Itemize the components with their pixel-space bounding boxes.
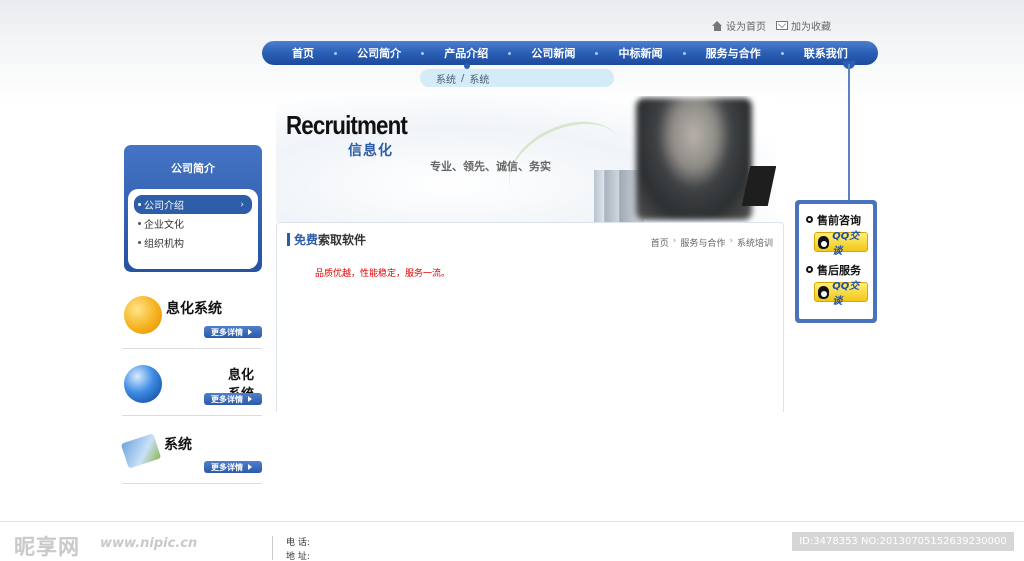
nav-separator bbox=[682, 51, 686, 55]
service-panel: 售前咨询 QQ交谈 售后服务 QQ交谈 bbox=[795, 200, 877, 323]
page-title: 免费索取软件 bbox=[287, 231, 366, 248]
presale-heading: 售前咨询 bbox=[806, 212, 873, 227]
content-breadcrumb: 首页 › 服务与合作 › 系统培训 bbox=[651, 236, 773, 249]
footer-contact: 电 话: 地 址: bbox=[286, 536, 310, 561]
more-details-button[interactable]: 更多详情 bbox=[204, 326, 262, 338]
globe-icon bbox=[124, 365, 162, 403]
arrow-right-icon bbox=[248, 329, 252, 335]
arrow-right-icon bbox=[248, 464, 252, 470]
hero-banner: Recruitment 信息化 专业、领先、诚信、务实 bbox=[276, 96, 776, 222]
sidebar-title: 公司简介 bbox=[171, 162, 215, 175]
sidebar-item-company-intro[interactable]: 公司介绍 › bbox=[134, 195, 252, 214]
image-id-badge: ID:3478353 NO:20130705152639230000 bbox=[792, 532, 1014, 551]
nav-company-news[interactable]: 公司新闻 bbox=[531, 45, 575, 61]
nav-contact[interactable]: 联系我们 bbox=[804, 45, 848, 61]
content-text: 品质优越，性能稳定，服务一流。 bbox=[315, 269, 451, 279]
nav-service-cooperation[interactable]: 服务与合作 bbox=[706, 45, 761, 61]
footer-phone-label: 电 话: bbox=[286, 538, 310, 548]
nav-bid-news[interactable]: 中标新闻 bbox=[619, 45, 663, 61]
sidebar-item-organization[interactable]: 组织机构 bbox=[134, 233, 252, 252]
qq-chat-aftersale-button[interactable]: QQ交谈 bbox=[814, 281, 868, 307]
footer-address-label: 地 址: bbox=[286, 552, 310, 561]
nav-separator bbox=[334, 51, 338, 55]
promo-card: 系统 更多详情 bbox=[120, 418, 262, 484]
card-icon bbox=[120, 433, 162, 469]
sun-globe-icon bbox=[124, 296, 162, 334]
bullet-icon bbox=[806, 216, 813, 223]
sidebar-panel: 公司简介 公司介绍 › 企业文化 组织机构 bbox=[124, 145, 262, 272]
crumb-service[interactable]: 服务与合作 bbox=[680, 236, 725, 249]
connector-line bbox=[848, 64, 850, 202]
chevron-right-icon: › bbox=[672, 236, 677, 246]
more-details-button[interactable]: 更多详情 bbox=[204, 393, 262, 405]
banner-person-photo bbox=[636, 98, 752, 220]
qq-chat-presale-button[interactable]: QQ交谈 bbox=[814, 231, 868, 257]
breadcrumb-separator: / bbox=[461, 72, 465, 84]
arrow-right-icon bbox=[248, 396, 252, 402]
title-bar bbox=[287, 233, 290, 246]
breadcrumb-item[interactable]: 系统 bbox=[436, 71, 456, 86]
banner-slogan: 专业、领先、诚信、务实 bbox=[430, 160, 551, 173]
nav-separator bbox=[780, 51, 784, 55]
main-nav: 首页 公司简介 产品介绍 公司新闻 中标新闻 服务与合作 联系我们 bbox=[262, 41, 878, 65]
nav-company-intro[interactable]: 公司简介 bbox=[357, 45, 401, 61]
sidebar-list: 公司介绍 › 企业文化 组织机构 bbox=[128, 189, 258, 269]
nav-separator bbox=[595, 51, 599, 55]
chevron-right-icon: › bbox=[240, 199, 244, 210]
qq-penguin-icon bbox=[818, 235, 830, 249]
promo-title: 息化系统 bbox=[166, 301, 222, 317]
footer-divider bbox=[272, 536, 273, 560]
nav-separator bbox=[421, 51, 425, 55]
breadcrumb-item[interactable]: 系统 bbox=[469, 71, 489, 86]
watermark-url: www.nipic.cn bbox=[100, 536, 198, 551]
nav-home[interactable]: 首页 bbox=[292, 45, 314, 61]
promo-card: 息化系统 更多详情 bbox=[122, 283, 262, 349]
top-links: 设为首页 加为收藏 bbox=[712, 18, 831, 33]
promo-card: 息化系统 更多详情 bbox=[122, 350, 262, 416]
watermark-logo: 昵享网 bbox=[14, 535, 80, 559]
chevron-right-icon: › bbox=[729, 236, 733, 246]
more-details-button[interactable]: 更多详情 bbox=[204, 461, 262, 473]
breadcrumb-bar: 系统 / 系统 bbox=[420, 69, 614, 87]
set-home-link[interactable]: 设为首页 bbox=[712, 18, 766, 33]
sidebar-item-culture[interactable]: 企业文化 bbox=[134, 214, 252, 233]
qq-penguin-icon bbox=[818, 285, 830, 299]
bullet-icon bbox=[806, 266, 813, 273]
mail-icon bbox=[776, 21, 788, 30]
nav-products[interactable]: 产品介绍 bbox=[444, 45, 488, 61]
nav-separator bbox=[508, 51, 512, 55]
content-panel: 免费索取软件 首页 › 服务与合作 › 系统培训 品质优越，性能稳定，服务一流。 bbox=[276, 222, 784, 412]
crumb-home[interactable]: 首页 bbox=[651, 236, 669, 249]
banner-title: Recruitment bbox=[286, 110, 408, 140]
home-icon bbox=[712, 20, 723, 31]
add-favorite-link[interactable]: 加为收藏 bbox=[776, 18, 831, 33]
aftersale-heading: 售后服务 bbox=[806, 262, 873, 277]
footer: 昵享网 www.nipic.cn 电 话: 地 址: ID:3478353 NO… bbox=[0, 521, 1024, 561]
promo-title: 系统 bbox=[164, 437, 192, 453]
banner-subtitle: 信息化 bbox=[348, 143, 393, 159]
crumb-training[interactable]: 系统培训 bbox=[737, 236, 773, 249]
